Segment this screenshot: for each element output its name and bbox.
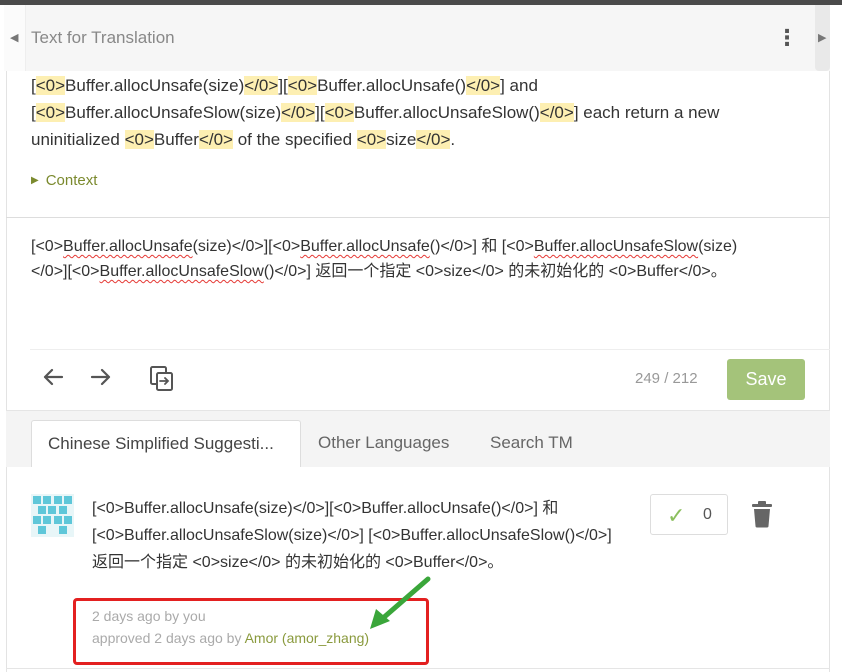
header-title: Text for Translation [31,28,175,47]
source-segment: . [450,130,456,149]
avatar [31,494,74,537]
arrow-right-icon [90,368,111,386]
placeholder-tag[interactable]: <0> [35,76,66,95]
tab-other-languages[interactable]: Other Languages [318,433,449,453]
context-label: Context [45,172,98,189]
divider [30,349,830,350]
translation-segment: ()</0>] 和 [<0> [429,238,534,255]
placeholder-tag[interactable]: </0> [539,103,574,122]
placeholder-tag[interactable]: </0> [281,103,316,122]
scroll-left-button[interactable]: ◀ [4,5,26,71]
suggestion-text: [<0>Buffer.allocUnsafe(size)</0>][<0>Buf… [92,500,612,571]
misspelled-word: Buffer.allocUnsafe [63,238,193,255]
check-icon: ✓ [667,503,686,528]
scroll-right-button[interactable]: ▶ [815,5,830,71]
placeholder-tag[interactable]: </0> [244,76,279,95]
arrow-left-icon [43,368,64,386]
tab-label: Chinese Simplified Suggesti... [48,434,274,453]
divider [6,668,830,669]
placeholder-tag[interactable]: <0> [287,76,318,95]
tab-search-tm[interactable]: Search TM [490,433,573,453]
tab-chinese-simplified-suggestions[interactable]: Chinese Simplified Suggesti... [31,420,301,467]
placeholder-tag[interactable]: <0> [324,103,354,122]
source-segment: of the specified [232,130,357,149]
misspelled-word: Buffer.allocUnsafe [300,238,430,255]
misspelled-word: Buffer.allocUnsafeSlow [533,238,699,255]
copy-source-button[interactable] [146,364,176,394]
divider [6,217,830,218]
placeholder-tag[interactable]: <0> [356,130,387,149]
misspelled-word: Buffer.allocUnsafeSlow [99,263,264,280]
character-counter: 249 / 212 [635,370,698,387]
chevron-right-icon: ▶ [818,32,827,44]
placeholder-tag[interactable]: <0> [124,130,154,149]
kebab-menu-icon[interactable]: ⋮ [776,26,798,50]
source-segment: ][ [278,76,288,95]
delete-button[interactable] [751,500,773,528]
source-segment: Buffer.allocUnsafeSlow(size) [65,103,282,122]
source-segment: Buffer.allocUnsafeSlow() [353,103,540,122]
source-segment: Buffer.allocUnsafe() [317,76,467,95]
source-segment: size [386,130,417,149]
context-toggle[interactable]: ▶ Context [31,172,97,189]
translation-segment: (size)</0>][<0> [192,238,301,255]
previous-button[interactable] [38,364,68,394]
placeholder-tag[interactable]: </0> [466,76,501,95]
source-segment: Buffer.allocUnsafe(size) [65,76,245,95]
copy-source-icon [150,366,173,391]
vote-count: 0 [703,506,712,523]
translation-segment: [<0> [31,238,64,255]
approve-vote-button[interactable]: ✓ 0 [650,494,728,535]
save-button[interactable]: Save [727,359,805,400]
translation-segment: ()</0>] 返回一个指定 <0>size</0> 的未初始化的 <0>Buf… [263,263,727,280]
source-segment: ][ [315,103,325,122]
placeholder-tag[interactable]: </0> [198,130,233,149]
source-segment: Buffer [153,130,199,149]
placeholder-tag[interactable]: <0> [35,103,66,122]
placeholder-tag[interactable]: </0> [416,130,451,149]
next-button[interactable] [86,364,116,394]
source-text: [<0>Buffer.allocUnsafe(size)</0>][<0>Buf… [31,72,761,153]
annotation-arrow-icon [370,576,431,629]
translation-editor[interactable]: [<0>Buffer.allocUnsafe(size)</0>][<0>Buf… [31,234,761,284]
context-triangle-icon: ▶ [31,175,39,186]
trash-icon [752,501,772,528]
chevron-left-icon: ◀ [10,32,19,44]
